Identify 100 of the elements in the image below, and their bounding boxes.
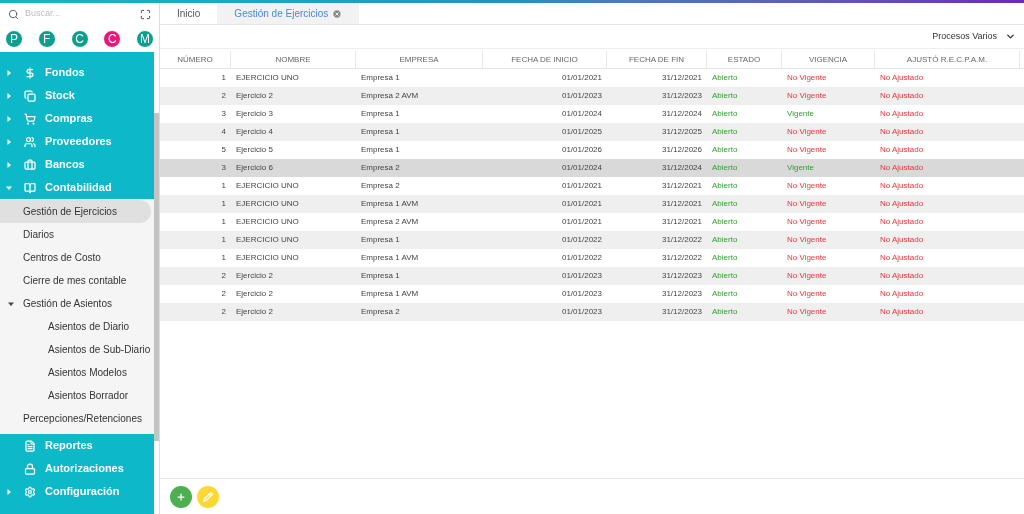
column-header[interactable]: EMPRESA <box>356 51 483 68</box>
table-cell-text: Empresa 1 AVM <box>360 252 420 264</box>
validity-cell-text: No Vigente <box>786 180 828 192</box>
table-cell-text: 1 <box>220 72 227 84</box>
table-row[interactable]: 3 Ejercicio 6 Empresa 2 01/01/2024 31/12/2024 Abierto Vigente No Ajustado <box>160 159 1024 177</box>
table-cell-text: Ejercicio 4 <box>235 126 274 138</box>
submenu-item[interactable]: Centros de Costo <box>0 246 151 269</box>
adjustment-cell-text: No Ajustado <box>879 162 925 174</box>
table-cell-text: 31/12/2021 <box>660 72 703 84</box>
column-header[interactable]: AJUSTÓ R.E.C.P.A.M. <box>875 51 1020 68</box>
column-header[interactable]: VIGENCIA <box>782 51 875 68</box>
caret-down-icon <box>6 184 12 191</box>
validity-cell-text: No Vigente <box>786 270 828 282</box>
search-field[interactable]: Buscar... <box>25 7 134 21</box>
validity-cell-text: Vigente <box>786 162 815 174</box>
table-cell-text: 1 <box>220 180 227 192</box>
submenu-item[interactable]: Diarios <box>0 223 151 246</box>
table-cell-text: 31/12/2023 <box>660 90 703 102</box>
table-cell-text: 01/01/2022 <box>560 252 603 264</box>
validity-cell-text: No Vigente <box>786 234 828 246</box>
table-cell-text: 31/12/2021 <box>660 198 703 210</box>
table-cell-text: Empresa 1 <box>360 108 401 120</box>
tab[interactable]: Inicio <box>160 3 218 24</box>
book-icon <box>24 181 36 194</box>
table-row[interactable]: 1 EJERCICIO UNO Empresa 1 AVM 01/01/2021 31/12/2021 Abierto No Vigente No Ajustado <box>160 195 1024 213</box>
add-button[interactable] <box>170 485 192 508</box>
column-header[interactable]: FECHA DE INICIO <box>483 51 607 68</box>
column-header[interactable]: ESTADO <box>707 51 782 68</box>
table-row[interactable]: 4 Ejercicio 4 Empresa 1 01/01/2025 31/12/2025 Abierto No Vigente No Ajustado <box>160 123 1024 141</box>
avatar[interactable]: C <box>103 29 122 48</box>
validity-cell-text: No Vigente <box>786 126 828 138</box>
table-cell-text: 31/12/2023 <box>660 270 703 282</box>
table-cell-text: 01/01/2025 <box>560 126 603 138</box>
table-cell-text: 31/12/2022 <box>660 234 703 246</box>
validity-cell-text: No Vigente <box>786 288 828 300</box>
status-cell-text: Abierto <box>711 234 739 246</box>
search-icon <box>8 8 19 20</box>
column-header[interactable]: FECHA DE FIN <box>607 51 707 68</box>
adjustment-cell-text: No Ajustado <box>879 90 925 102</box>
table-cell-text: Empresa 2 <box>360 180 401 192</box>
submenu-item[interactable]: Asientos de Sub-Diario <box>0 338 151 361</box>
submenu-item[interactable]: Asientos Modelos <box>0 361 151 384</box>
table-cell-text: 2 <box>220 306 227 318</box>
table-cell-text: 3 <box>220 108 227 120</box>
table-cell-text: 01/01/2021 <box>560 198 603 210</box>
status-cell-text: Abierto <box>711 162 739 174</box>
table-cell-text: 01/01/2023 <box>560 306 603 318</box>
submenu-item[interactable]: Asientos de Diario <box>0 315 151 338</box>
document-icon <box>24 439 36 452</box>
procesos-menu-button[interactable]: Procesos Varios <box>932 29 1016 44</box>
briefcase-icon <box>24 158 36 171</box>
table-cell-text: Empresa 2 <box>360 162 401 174</box>
column-header[interactable]: NOMBRE <box>231 51 356 68</box>
submenu-item[interactable]: Percepciones/Retenciones <box>0 407 151 430</box>
people-icon <box>24 135 36 148</box>
submenu-item[interactable]: Cierre de mes contable <box>0 269 151 292</box>
column-header[interactable]: NÚMERO <box>160 51 231 68</box>
adjustment-cell-text: No Ajustado <box>879 180 925 192</box>
table-cell-text: Empresa 2 AVM <box>360 216 420 228</box>
validity-cell-text: No Vigente <box>786 72 828 84</box>
adjustment-cell-text: No Ajustado <box>879 144 925 156</box>
adjustment-cell-text: No Ajustado <box>879 216 925 228</box>
table-row[interactable]: 2 Ejercicio 2 Empresa 2 01/01/2023 31/12/2023 Abierto No Vigente No Ajustado <box>160 303 1024 321</box>
table-cell-text: Ejercicio 6 <box>235 162 274 174</box>
table-row[interactable]: 1 EJERCICIO UNO Empresa 1 01/01/2022 31/12/2022 Abierto No Vigente No Ajustado <box>160 231 1024 249</box>
caret-right-icon <box>6 161 12 168</box>
status-cell-text: Abierto <box>711 288 739 300</box>
status-cell-text: Abierto <box>711 72 739 84</box>
edit-button[interactable] <box>197 485 219 508</box>
table-cell-text: Ejercicio 2 <box>235 90 274 102</box>
chevron-down-icon <box>1005 31 1016 42</box>
table-cell-text: 31/12/2022 <box>660 252 703 264</box>
fullscreen-icon[interactable] <box>140 8 151 20</box>
scrollbar[interactable] <box>154 113 159 441</box>
table-cell-text: 01/01/2022 <box>560 234 603 246</box>
gears-icon <box>24 485 36 498</box>
table-cell-text: 1 <box>220 198 227 210</box>
validity-cell-text: No Vigente <box>786 198 828 210</box>
table-cell-text: 4 <box>220 126 227 138</box>
close-icon[interactable] <box>332 8 343 19</box>
table-cell-text: Ejercicio 3 <box>235 108 274 120</box>
submenu-item[interactable]: Gestión de Asientos <box>0 292 151 315</box>
table-cell-text: 2 <box>220 270 227 282</box>
status-cell-text: Abierto <box>711 306 739 318</box>
table-row[interactable]: 2 Ejercicio 2 Empresa 1 01/01/2023 31/12/2023 Abierto No Vigente No Ajustado <box>160 267 1024 285</box>
table-cell-text: Empresa 1 AVM <box>360 198 420 210</box>
table-row[interactable]: 2 Ejercicio 2 Empresa 2 AVM 01/01/2023 31/12/2023 Abierto No Vigente No Ajustado <box>160 87 1024 105</box>
table-cell-text: Ejercicio 5 <box>235 144 274 156</box>
table-cell-text: Empresa 1 <box>360 72 401 84</box>
plus-icon <box>176 491 186 502</box>
caret-right-icon <box>6 92 12 99</box>
copy-icon <box>24 89 36 102</box>
table-cell-text: Empresa 2 AVM <box>360 90 420 102</box>
submenu-item[interactable]: Asientos Borrador <box>0 384 151 407</box>
table-cell-text: EJERCICIO UNO <box>235 198 300 210</box>
table-cell-text: 31/12/2021 <box>660 216 703 228</box>
status-cell-text: Abierto <box>711 252 739 264</box>
table-cell-text: 01/01/2021 <box>560 216 603 228</box>
status-cell-text: Abierto <box>711 126 739 138</box>
submenu-item[interactable]: Gestión de Ejercicios <box>0 200 151 223</box>
